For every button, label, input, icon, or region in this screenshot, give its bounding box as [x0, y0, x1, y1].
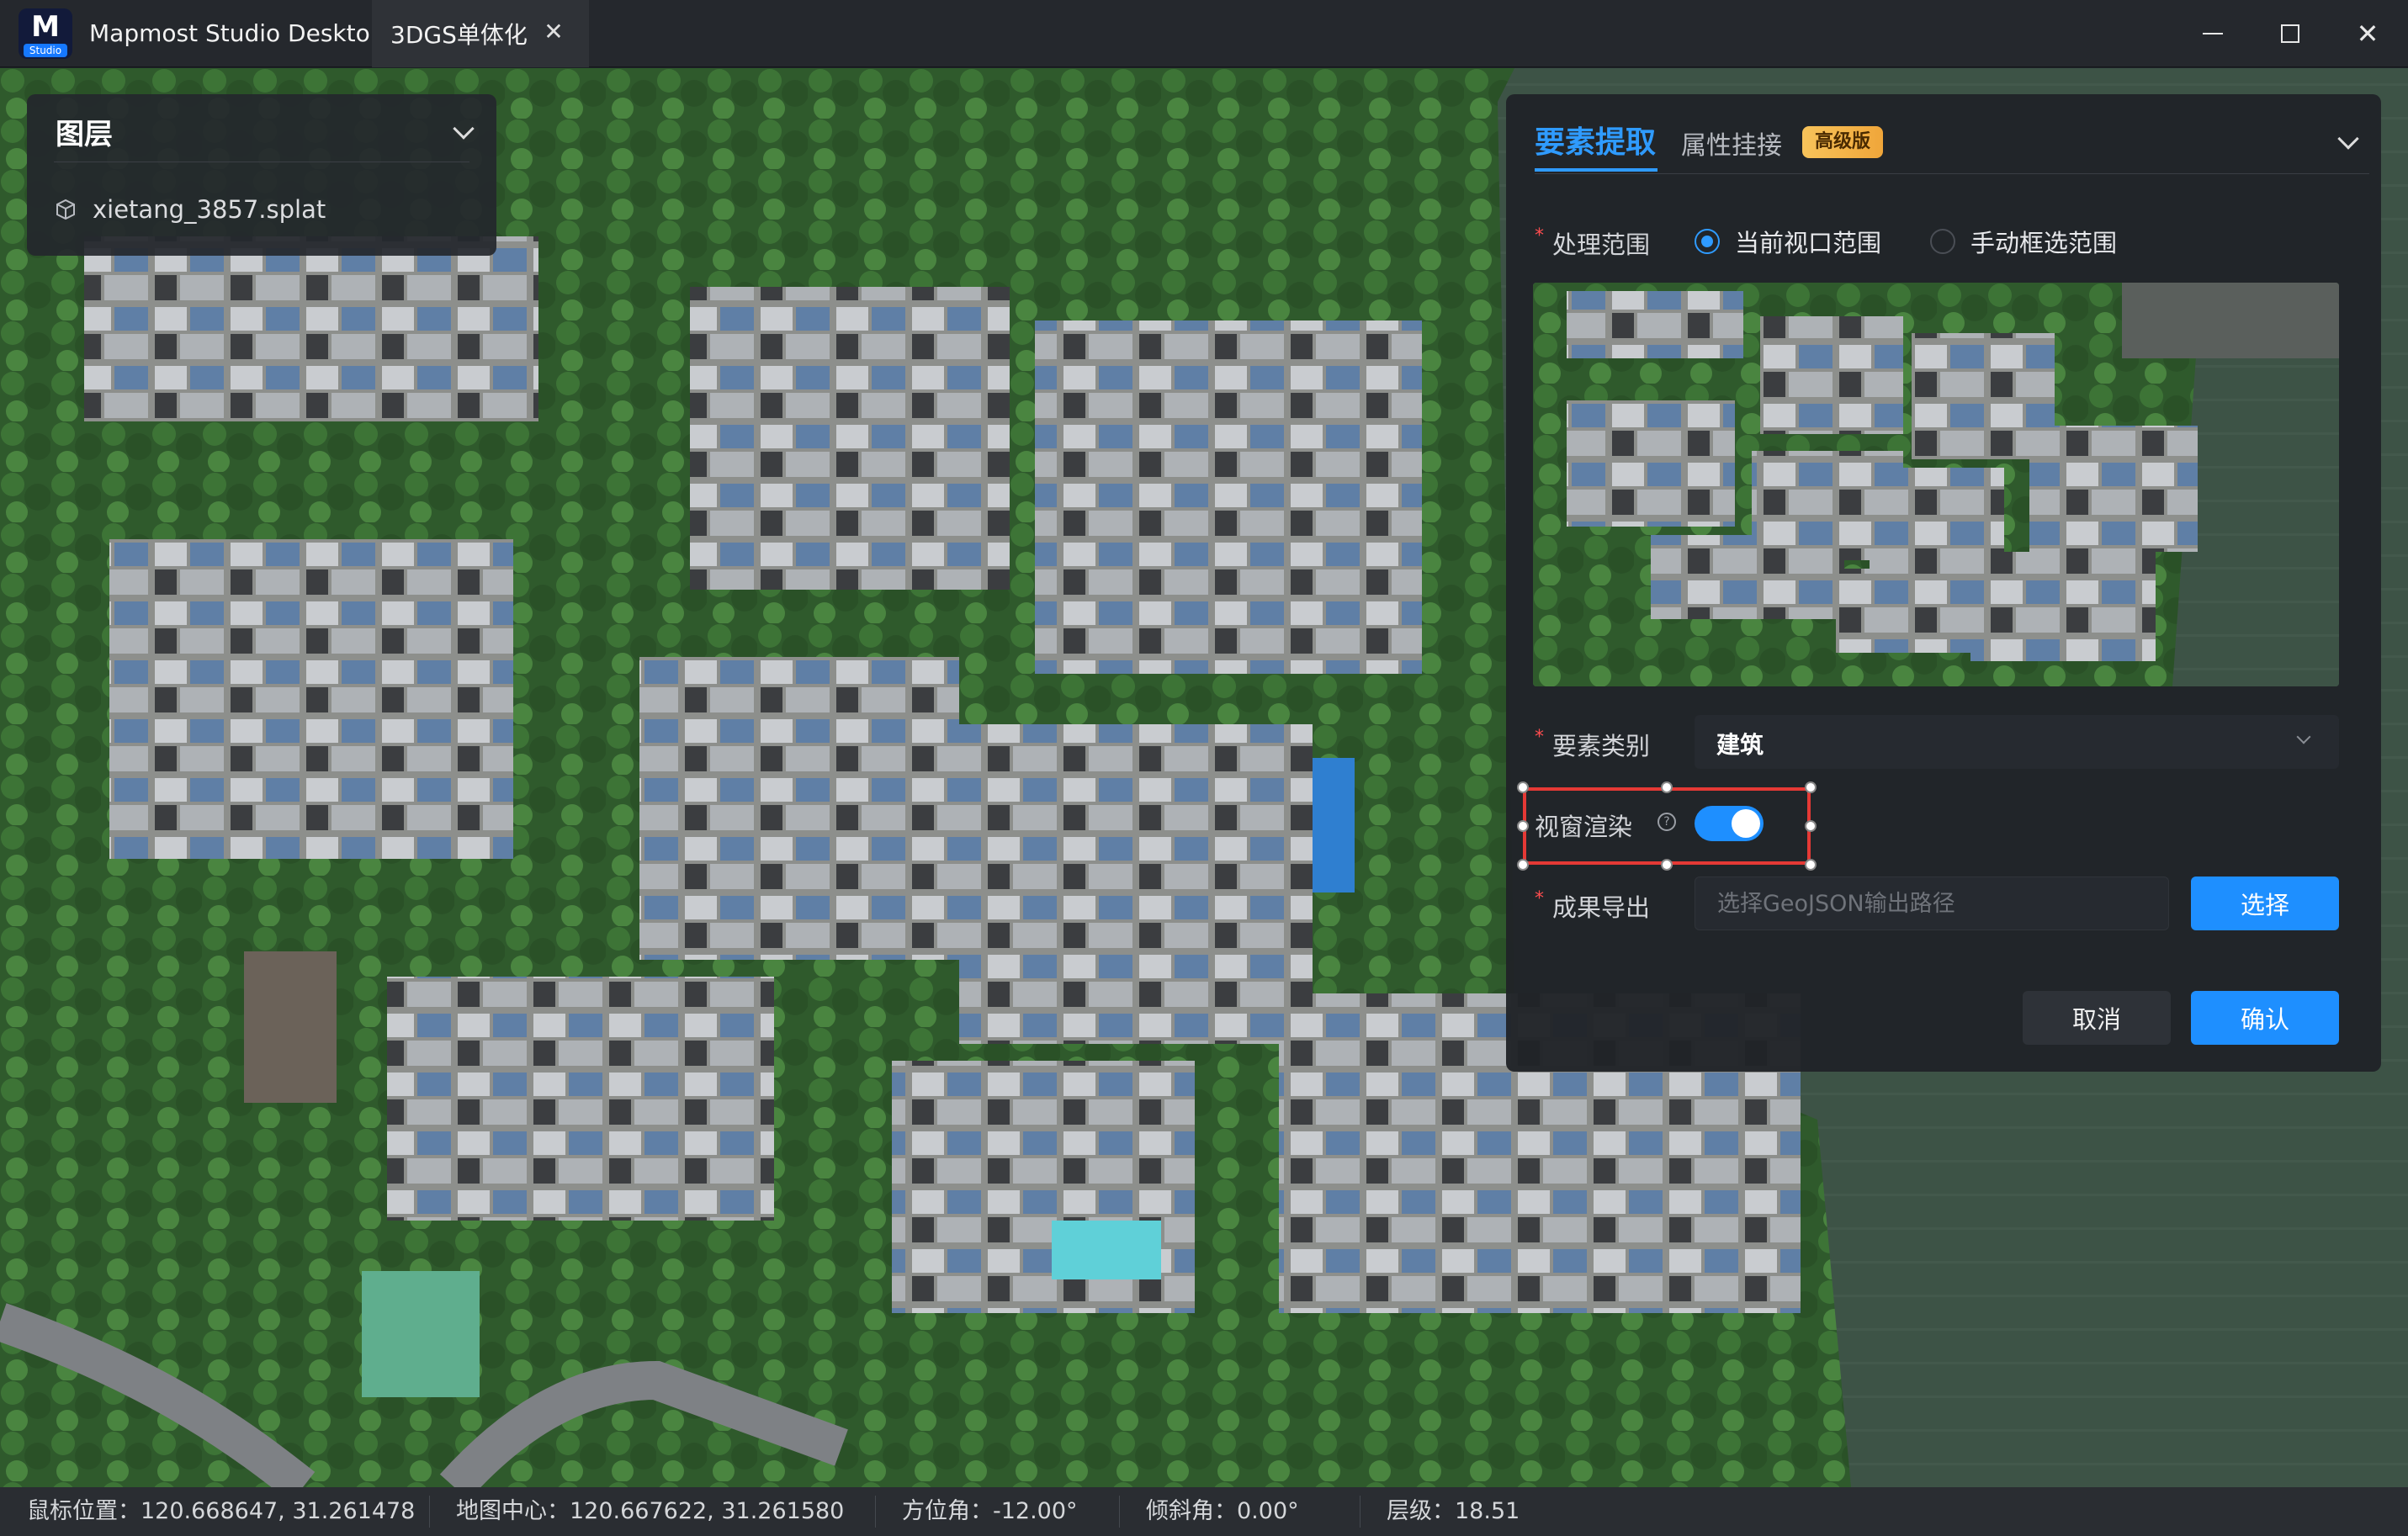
- range-label: * 处理范围: [1535, 225, 1651, 259]
- highlight-handle: [1805, 781, 1817, 793]
- viewport-render-label: 视窗渲染: [1535, 813, 1633, 841]
- document-tab-label: 3DGS单体化: [390, 21, 528, 49]
- layer-name: xietang_3857.splat: [93, 195, 326, 224]
- confirm-button[interactable]: 确认: [2191, 991, 2339, 1045]
- close-window-button[interactable]: ✕: [2329, 0, 2406, 67]
- panel-divider: [1535, 173, 2369, 174]
- viewport-preview-image: [1533, 283, 2339, 686]
- highlight-handle: [1661, 781, 1673, 793]
- category-value: 建筑: [1716, 731, 1764, 759]
- highlight-handle: [1805, 859, 1817, 871]
- category-label: * 要素类别: [1535, 727, 1651, 760]
- cube-icon: [56, 199, 75, 220]
- maximize-button[interactable]: [2252, 0, 2329, 67]
- map-center: 地图中心：120.667622, 31.261580: [429, 1487, 875, 1536]
- chevron-down-icon: [2296, 729, 2311, 744]
- tilt: 倾斜角：0.00°: [1119, 1487, 1360, 1536]
- close-tab-icon[interactable]: ✕: [542, 20, 565, 44]
- close-icon: ✕: [2356, 18, 2379, 50]
- active-tab-indicator: [1535, 168, 1657, 172]
- radio-selected-icon: [1695, 229, 1720, 254]
- radio-manual-box-label: 手动框选范围: [1970, 229, 2118, 257]
- toggle-knob: [1732, 809, 1760, 838]
- zoom-level: 层级：18.51: [1360, 1487, 1612, 1536]
- radio-manual-box[interactable]: 手动框选范围: [1930, 224, 2117, 259]
- app-logo-letter: M: [31, 10, 60, 44]
- layer-item[interactable]: xietang_3857.splat: [54, 188, 326, 230]
- tab-attribute-attach[interactable]: 属性挂接: [1681, 124, 1782, 162]
- radio-current-viewport-label: 当前视口范围: [1735, 229, 1882, 257]
- highlight-handle: [1661, 859, 1673, 871]
- azimuth: 方位角：-12.00°: [875, 1487, 1119, 1536]
- highlight-handle: [1805, 820, 1817, 832]
- layers-panel: 图层 xietang_3857.splat: [27, 94, 496, 256]
- minimize-icon: [2203, 33, 2223, 34]
- layers-panel-title: 图层: [56, 118, 113, 151]
- help-icon[interactable]: ?: [1657, 813, 1676, 831]
- highlight-handle: [1517, 859, 1529, 871]
- collapse-panel-icon[interactable]: [2337, 128, 2359, 150]
- highlight-handle: [1517, 781, 1529, 793]
- radio-unselected-icon: [1930, 229, 1955, 254]
- export-path-input[interactable]: [1695, 877, 2169, 930]
- status-bar: 鼠标位置：120.668647, 31.261478 地图中心：120.6676…: [0, 1487, 2408, 1536]
- premium-badge: 高级版: [1802, 126, 1883, 158]
- title-bar: M Studio Mapmost Studio Desktop 3DGS单体化 …: [0, 0, 2408, 67]
- choose-path-button[interactable]: 选择: [2191, 877, 2339, 930]
- document-tab[interactable]: 3DGS单体化 ✕: [372, 0, 589, 67]
- app-logo-tag: Studio: [24, 44, 67, 57]
- minimize-button[interactable]: [2174, 0, 2252, 67]
- mouse-position: 鼠标位置：120.668647, 31.261478: [27, 1498, 416, 1524]
- collapse-layers-icon[interactable]: [453, 118, 475, 140]
- maximize-icon: [2281, 24, 2299, 43]
- app-title: Mapmost Studio Desktop: [89, 19, 385, 47]
- export-label: * 成果导出: [1535, 888, 1651, 922]
- feature-extraction-panel: 要素提取 属性挂接 高级版 * 处理范围 当前视口范围 手动框选范围 * 要素类…: [1506, 94, 2381, 1072]
- tab-feature-extraction[interactable]: 要素提取: [1535, 118, 1656, 162]
- radio-current-viewport[interactable]: 当前视口范围: [1695, 224, 1881, 259]
- required-mark: *: [1535, 225, 1544, 246]
- cancel-button[interactable]: 取消: [2023, 991, 2171, 1045]
- viewport-render-toggle[interactable]: [1695, 806, 1764, 841]
- highlight-handle: [1517, 820, 1529, 832]
- category-select[interactable]: 建筑: [1695, 715, 2339, 769]
- app-logo: M Studio: [19, 8, 72, 59]
- preview-thumbnail: [1533, 283, 2339, 686]
